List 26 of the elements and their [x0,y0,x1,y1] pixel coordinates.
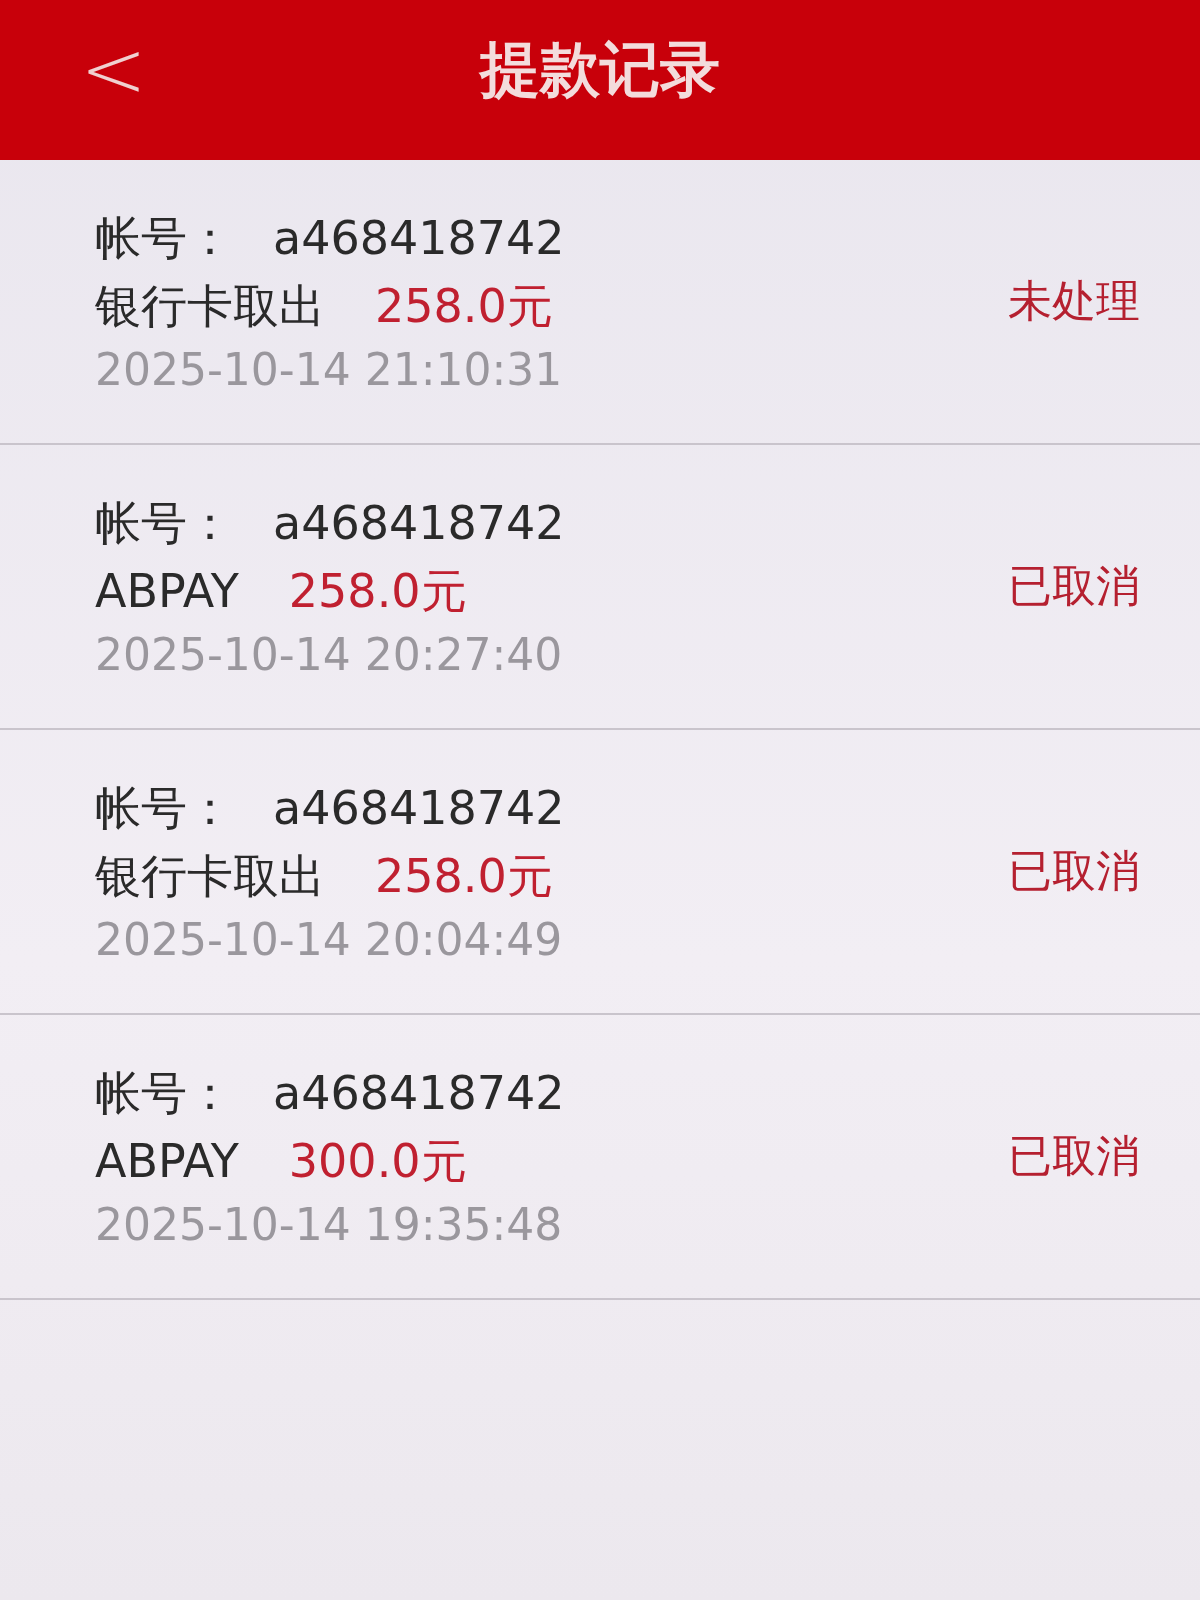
withdraw-amount: 258.0元 [375,848,553,905]
record-status: 已取消 [1008,1129,1140,1183]
withdraw-method: ABPAY [95,564,239,618]
account-number: a468418742 [273,781,565,835]
account-label: 帐号： [95,780,233,837]
page-title: 提款记录 [480,32,720,106]
withdraw-method: 银行卡取出 [95,278,325,335]
account-number: a468418742 [273,1066,565,1120]
withdraw-amount: 300.0元 [288,1133,467,1190]
record-status: 未处理 [1008,274,1140,328]
withdraw-method: ABPAY [95,1134,239,1188]
record-time: 2025-10-14 20:04:49 [95,914,564,965]
record-time: 2025-10-14 20:27:40 [95,629,564,680]
account-label: 帐号： [95,495,233,552]
record-status: 已取消 [1008,559,1140,613]
back-button[interactable]: < [70,30,158,110]
account-number: a468418742 [273,496,565,550]
record-time: 2025-10-14 19:35:48 [95,1199,564,1250]
record-status: 已取消 [1008,844,1140,898]
withdraw-method: 银行卡取出 [95,848,325,905]
withdraw-amount: 258.0元 [288,563,467,620]
withdraw-amount: 258.0元 [375,278,553,335]
account-number: a468418742 [273,211,565,265]
account-label: 帐号： [95,210,233,267]
record-time: 2025-10-14 21:10:31 [95,344,564,395]
account-label: 帐号： [95,1065,233,1122]
